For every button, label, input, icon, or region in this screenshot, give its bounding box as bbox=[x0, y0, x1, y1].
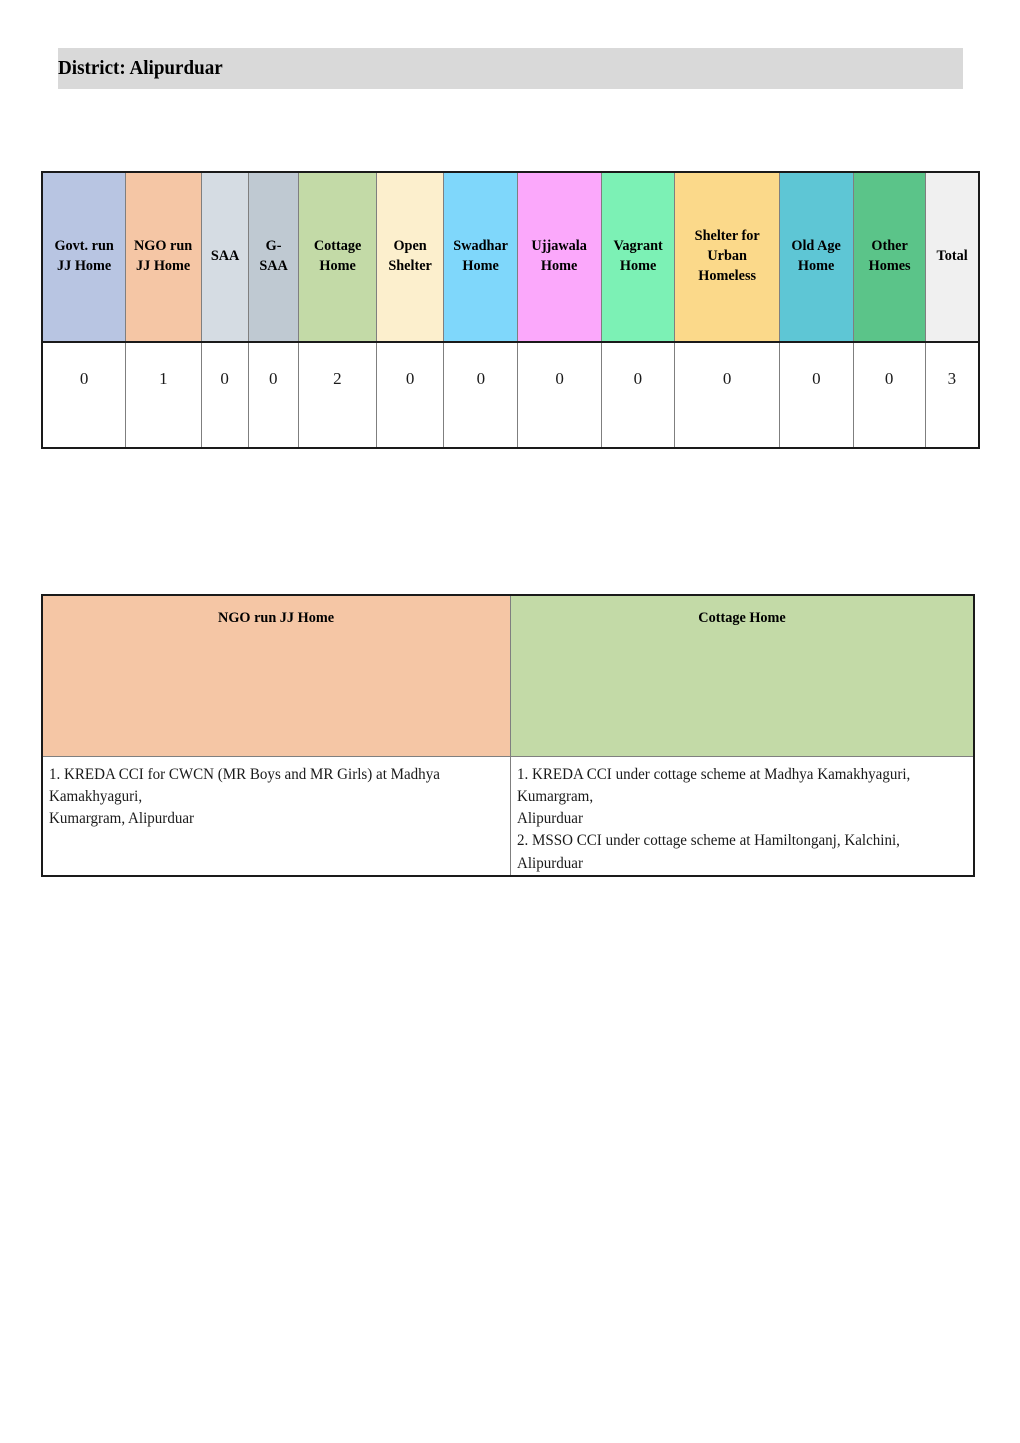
summary-header-open-shelter: Open Shelter bbox=[376, 171, 445, 343]
summary-header-ngo-run-jj-home: NGO run JJ Home bbox=[125, 171, 202, 343]
details-cell-cottage-home: 1. KREDA CCI under cottage scheme at Mad… bbox=[510, 755, 975, 878]
summary-header-other-homes: Other Homes bbox=[852, 171, 926, 343]
summary-header-label: SAA bbox=[210, 248, 239, 265]
summary-value-other-homes: 0 bbox=[852, 341, 926, 449]
summary-header-label: Old Age Home bbox=[791, 238, 842, 274]
summary-value-govt-run-jj-home: 0 bbox=[41, 341, 127, 449]
summary-header-label: G-SAA bbox=[258, 238, 288, 274]
summary-header-label: NGO run JJ Home bbox=[134, 238, 193, 274]
details-entry-line: Alipurduar bbox=[517, 810, 583, 828]
details-body-row: 1. KREDA CCI for CWCN (MR Boys and MR Gi… bbox=[41, 755, 975, 878]
summary-header-g-saa: G-SAA bbox=[247, 171, 299, 343]
summary-value-saa: 0 bbox=[200, 341, 249, 449]
summary-header-govt-run-jj-home: Govt. run JJ Home bbox=[41, 171, 127, 343]
details-entry-line: 2. MSSO CCI under cottage scheme at Hami… bbox=[517, 832, 900, 872]
summary-value-swadhar-home: 0 bbox=[443, 341, 519, 449]
summary-value-open-shelter: 0 bbox=[376, 341, 445, 449]
summary-value-ngo-run-jj-home: 1 bbox=[125, 341, 202, 449]
summary-header-label: Other Homes bbox=[868, 238, 911, 274]
summary-header-ujjawala-home: Ujjawala Home bbox=[517, 171, 602, 343]
details-entry-line: 1. KREDA CCI for CWCN (MR Boys and MR Gi… bbox=[49, 765, 440, 805]
summary-header-label: Swadhar Home bbox=[453, 238, 509, 274]
summary-header-row: Govt. run JJ Home NGO run JJ Home SAA G-SAA… bbox=[41, 171, 980, 343]
details-entry-line: Kumargram, Alipurduar bbox=[49, 810, 195, 828]
summary-header-label: Cottage Home bbox=[313, 238, 362, 274]
home-type-summary-table: Govt. run JJ Home NGO run JJ Home SAA G-SAA… bbox=[41, 171, 980, 449]
summary-header-label: Total bbox=[936, 248, 968, 265]
details-entry-line: 1. KREDA CCI under cottage scheme at Mad… bbox=[517, 765, 911, 805]
details-cell-ngo-run-jj-home: 1. KREDA CCI for CWCN (MR Boys and MR Gi… bbox=[41, 755, 511, 878]
details-header-cottage-home: Cottage Home bbox=[510, 594, 975, 757]
summary-header-label: Govt. run JJ Home bbox=[54, 238, 114, 274]
summary-value-shelter-for-urban-homeless: 0 bbox=[673, 341, 781, 449]
summary-value-cottage-home: 2 bbox=[297, 341, 378, 449]
summary-value-row: 0100200000003 bbox=[41, 341, 980, 449]
summary-header-total: Total bbox=[924, 171, 980, 343]
summary-value-total: 3 bbox=[924, 341, 980, 449]
summary-value-vagrant-home: 0 bbox=[600, 341, 675, 449]
summary-header-old-age-home: Old Age Home bbox=[779, 171, 854, 343]
page-title: District: Alipurduar bbox=[58, 57, 223, 79]
summary-header-label: Vagrant Home bbox=[613, 238, 663, 274]
summary-header-shelter-for-urban-homeless: Shelter for Urban Homeless bbox=[673, 171, 781, 343]
summary-value-g-saa: 0 bbox=[247, 341, 299, 449]
summary-header-swadhar-home: Swadhar Home bbox=[443, 171, 519, 343]
summary-header-label: Ujjawala Home bbox=[531, 238, 588, 274]
summary-header-vagrant-home: Vagrant Home bbox=[600, 171, 675, 343]
details-header-ngo-run-jj-home: NGO run JJ Home bbox=[41, 594, 511, 757]
summary-header-saa: SAA bbox=[200, 171, 249, 343]
details-header-row: NGO run JJ Home Cottage Home bbox=[41, 594, 975, 757]
summary-header-label: Shelter for Urban Homeless bbox=[694, 228, 760, 284]
summary-value-old-age-home: 0 bbox=[779, 341, 854, 449]
district-title-banner: District: Alipurduar bbox=[58, 48, 963, 89]
institution-details-table: NGO run JJ Home Cottage Home 1. KREDA CC… bbox=[41, 594, 975, 878]
summary-header-cottage-home: Cottage Home bbox=[297, 171, 378, 343]
summary-value-ujjawala-home: 0 bbox=[517, 341, 602, 449]
summary-header-label: Open Shelter bbox=[388, 238, 432, 274]
